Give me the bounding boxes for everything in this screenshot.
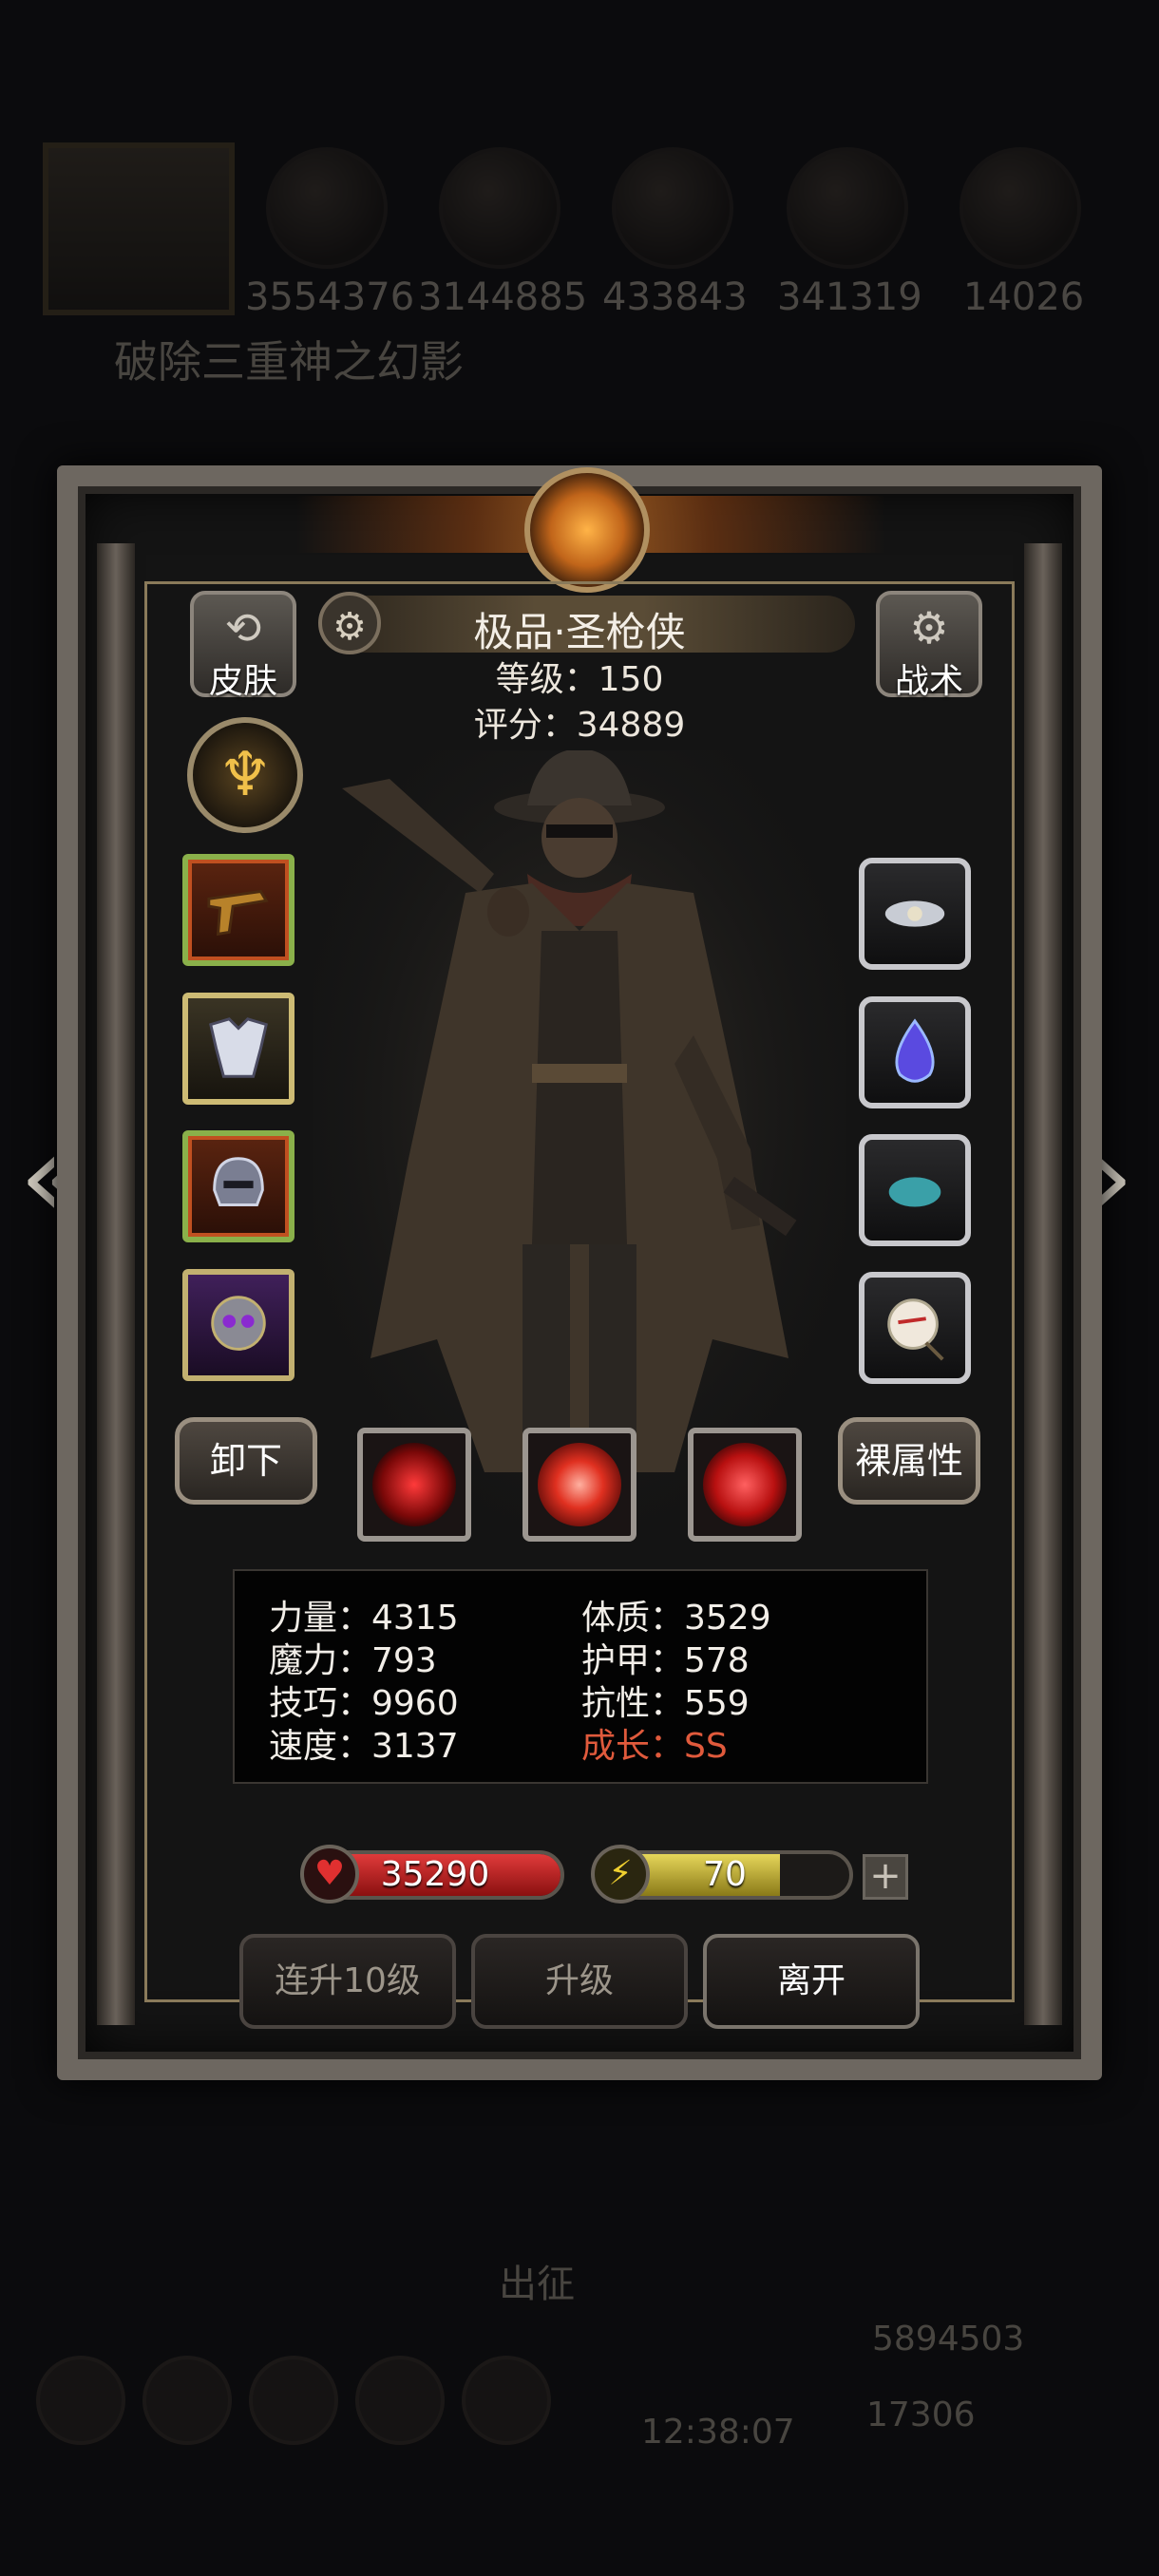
- resource-count: 3144885: [418, 275, 588, 319]
- resource-icon: [266, 147, 388, 269]
- gem-count: 17306: [866, 2396, 976, 2434]
- skill-slot-3[interactable]: [688, 1428, 802, 1542]
- cloud-charm-icon: [878, 877, 952, 951]
- weapon-slot[interactable]: [182, 854, 294, 966]
- skill-slot-1[interactable]: [357, 1428, 471, 1542]
- stat-speed: 速度：3137: [269, 1727, 459, 1766]
- target-skill-icon: [703, 1443, 787, 1526]
- hero-score: 评分：34889: [473, 706, 686, 745]
- leave-button[interactable]: 离开: [703, 1934, 920, 2029]
- heart-icon: ♥: [300, 1845, 359, 1904]
- accessory-slot-4[interactable]: [859, 1272, 971, 1384]
- hero-portrait: [43, 142, 235, 315]
- resource-icon: [960, 147, 1081, 269]
- menu-button: [36, 2356, 125, 2445]
- gear-icon: ⚙: [909, 602, 949, 653]
- lightning-icon: ⚡: [591, 1845, 650, 1904]
- helmet-slot[interactable]: [182, 1130, 294, 1242]
- resource-icon: [612, 147, 733, 269]
- menu-button: [142, 2356, 232, 2445]
- skill-slot-2[interactable]: [522, 1428, 636, 1542]
- resource-count: 3554376: [245, 275, 415, 319]
- pistol-icon: [201, 873, 276, 947]
- frame-emblem-icon: [524, 467, 650, 593]
- stats-panel: 力量：4315 体质：3529 魔力：793 护甲：578 技巧：9960 抗性…: [233, 1569, 928, 1784]
- shirt-refresh-icon: ⟲: [224, 602, 262, 653]
- resource-icon: [439, 147, 560, 269]
- menu-button: [355, 2356, 445, 2445]
- gear-icon: ⚙: [318, 592, 381, 654]
- accessory-slot-1[interactable]: [859, 858, 971, 970]
- level-up-button[interactable]: 升级: [471, 1934, 688, 2029]
- blue-gem-icon: [878, 1015, 952, 1089]
- hero-level: 等级：150: [495, 660, 664, 699]
- mask-slot[interactable]: [182, 1269, 294, 1381]
- skin-button[interactable]: ⟲ 皮肤: [190, 591, 296, 701]
- resource-count: 433843: [602, 275, 748, 319]
- plus-icon[interactable]: +: [863, 1854, 908, 1900]
- frame-pillar-right: [1024, 543, 1062, 2025]
- winged-emblem-icon[interactable]: ♆: [187, 717, 303, 833]
- accessory-slot-2[interactable]: [859, 996, 971, 1108]
- teal-stone-icon: [878, 1153, 952, 1227]
- menu-button: [462, 2356, 551, 2445]
- frame-pillar-left: [97, 543, 135, 2025]
- chest-armor-icon: [201, 1012, 276, 1086]
- skin-label: 皮肤: [208, 662, 277, 701]
- tactics-label: 战术: [894, 662, 963, 701]
- unequip-button[interactable]: 卸下: [175, 1417, 317, 1505]
- swirl-skill-icon: [538, 1443, 621, 1526]
- resource-count: 341319: [777, 275, 922, 319]
- clock-text: 12:38:07: [641, 2413, 795, 2452]
- helmet-icon: [201, 1149, 276, 1223]
- level-up-10-button[interactable]: 连升10级: [239, 1934, 456, 2029]
- tactics-button[interactable]: ⚙ 战术: [876, 591, 982, 701]
- resource-icon: [787, 147, 908, 269]
- skull-mask-icon: [201, 1288, 276, 1362]
- naked-stats-button[interactable]: 裸属性: [838, 1417, 980, 1505]
- quest-title: 破除三重神之幻影: [114, 336, 464, 388]
- gold-count: 5894503: [872, 2320, 1025, 2358]
- accessory-slot-3[interactable]: [859, 1134, 971, 1246]
- menu-button: [249, 2356, 338, 2445]
- crosshair-skill-icon: [372, 1443, 456, 1526]
- fan-icon: [878, 1291, 952, 1365]
- deploy-label: 出征: [499, 2263, 575, 2306]
- hero-title: 极品·圣枪侠: [473, 609, 686, 655]
- stat-growth: 成长：SS: [581, 1727, 728, 1766]
- armor-slot[interactable]: [182, 993, 294, 1105]
- resource-count: 14026: [963, 275, 1085, 319]
